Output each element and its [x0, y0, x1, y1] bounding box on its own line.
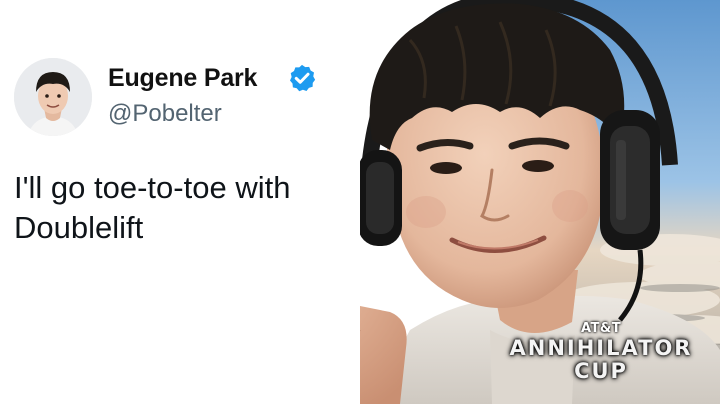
user-handle[interactable]: @Pobelter — [108, 100, 222, 128]
profile-avatar[interactable] — [14, 58, 92, 136]
logo-sponsor: AT&T — [580, 321, 622, 336]
verified-badge-icon — [290, 64, 316, 92]
right-eye — [522, 160, 554, 172]
tweet-card: Eugene Park @Pobelter I'll go toe-to-toe… — [0, 0, 360, 404]
event-logo: AT&T ANNIHILATOR CUP — [494, 322, 708, 388]
tweet-text: I'll go toe-to-toe with Doublelift — [14, 168, 354, 248]
thumbnail: Eugene Park @Pobelter I'll go toe-to-toe… — [0, 0, 720, 404]
tweet-text-line: Doublelift — [14, 210, 144, 245]
left-eye — [430, 162, 462, 174]
display-name[interactable]: Eugene Park — [108, 64, 257, 93]
logo-subtitle: CUP — [574, 359, 628, 383]
tweet-text-line: I'll go toe-to-toe with — [14, 170, 291, 205]
logo-title: ANNIHILATOR — [509, 336, 693, 360]
